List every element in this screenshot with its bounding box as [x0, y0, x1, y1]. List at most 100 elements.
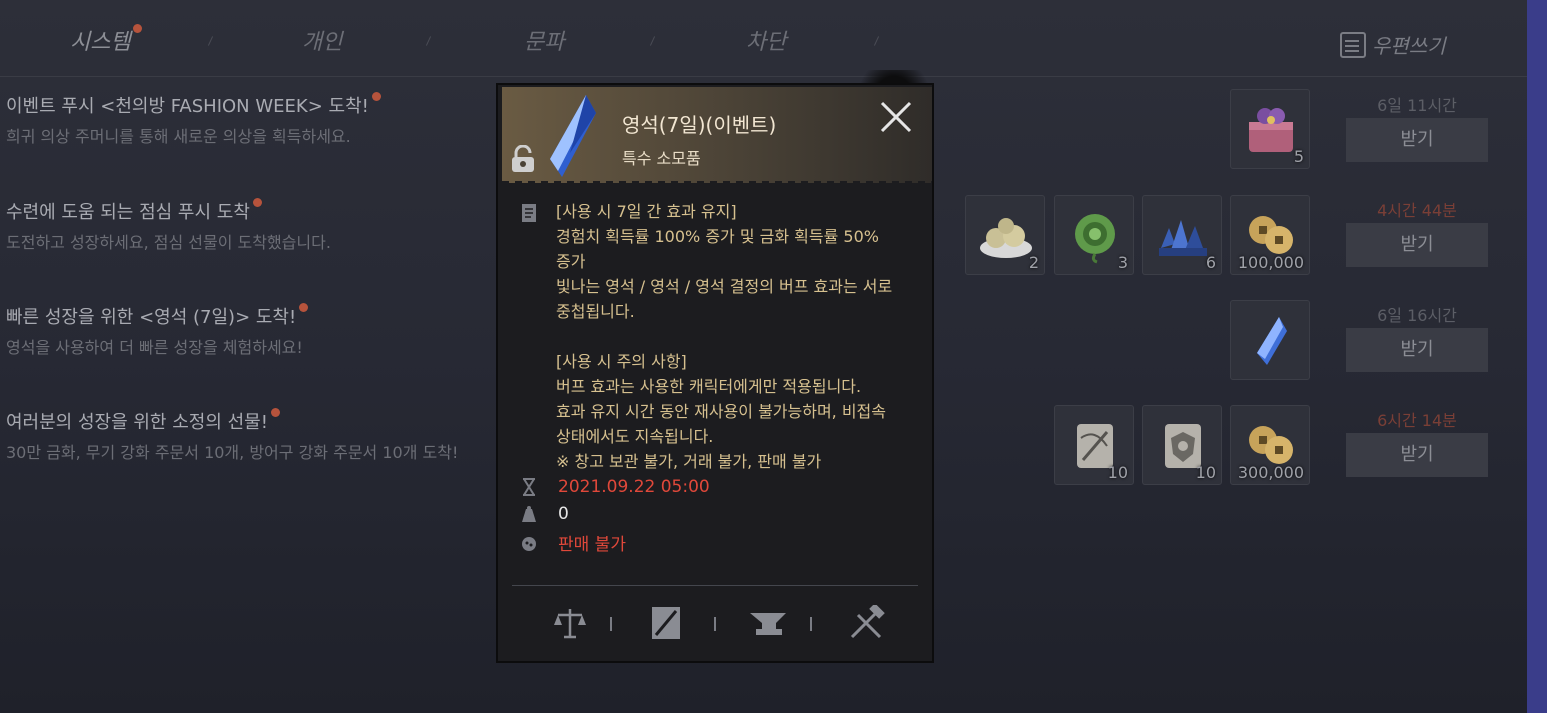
item-quantity: 10 [1195, 463, 1216, 482]
tab-system[interactable]: 시스템 [70, 24, 142, 56]
sell-status: 판매 불가 [558, 535, 626, 555]
tab-guild[interactable]: 문파 [524, 24, 564, 56]
tooltip-actions [512, 601, 918, 645]
mail-timer: 4시간 44분 [1377, 201, 1457, 220]
mail-description: 도전하고 성장하세요, 점심 선물이 도착했습니다. [6, 233, 331, 252]
spirit-stone-icon [1257, 317, 1287, 365]
upgrade-scroll-icon[interactable] [646, 605, 686, 641]
description-line: 빛나는 영석 / 영석 / 영석 결정의 버프 효과는 서로 [556, 277, 893, 296]
item-quantity: 300,000 [1237, 463, 1304, 482]
unread-dot [299, 303, 309, 312]
reward-item[interactable]: 6 [1142, 195, 1222, 275]
coin-pouch-icon [522, 536, 536, 551]
right-edge-strip [1527, 0, 1547, 713]
hourglass-icon [523, 478, 535, 496]
claim-button[interactable]: 받기 [1346, 118, 1488, 162]
reward-item[interactable]: 300,000 [1230, 405, 1310, 485]
tab-separator [649, 36, 656, 46]
action-separator [714, 617, 716, 631]
unread-dot [252, 198, 262, 207]
tab-separator [207, 36, 214, 46]
item-type: 특수 소모품 [622, 149, 701, 168]
mail-timer: 6일 16시간 [1377, 306, 1457, 325]
weight-row: 0 [520, 504, 569, 524]
item-quantity: 3 [1117, 253, 1128, 272]
description-line: ※ 창고 보관 불가, 거래 불가, 판매 불가 [556, 452, 822, 471]
expiry-date: 2021.09.22 05:00 [558, 477, 710, 497]
claim-button[interactable]: 받기 [1346, 433, 1488, 477]
mail-item-1[interactable]: 이벤트 푸시 <천의방 FASHION WEEK> 도착! 희귀 의상 주머니를… [6, 92, 381, 147]
description-line: 상태에서도 지속됩니다. [556, 427, 714, 446]
notification-dot [132, 24, 142, 33]
tab-label: 문파 [524, 30, 565, 55]
mail-item-3[interactable]: 빠른 성장을 위한 <영석 (7일)> 도착! 영석을 사용하여 더 빠른 성장… [6, 303, 309, 358]
claim-button[interactable]: 받기 [1346, 328, 1488, 372]
mail-title: 여러분의 성장을 위한 소정의 선물! [6, 408, 458, 434]
mail-timer: 6일 11시간 [1377, 96, 1457, 115]
tab-label: 시스템 [70, 30, 131, 55]
green-jade-icon [1075, 214, 1115, 264]
item-quantity: 10 [1107, 463, 1128, 482]
item-tooltip: 영석(7일)(이벤트) 특수 소모품 [사용 시 7일 간 효과 유지] 경험치… [496, 83, 934, 663]
gift-box-icon [1249, 108, 1293, 152]
mail-title: 이벤트 푸시 <천의방 FASHION WEEK> 도착! [6, 92, 381, 118]
tab-label: 차단 [746, 30, 787, 55]
mail-description: 영석을 사용하여 더 빠른 성장을 체험하세요! [6, 338, 303, 357]
write-mail-label: 우편쓰기 [1372, 34, 1446, 58]
item-quantity: 5 [1293, 147, 1304, 166]
description-line: 증가 [556, 252, 586, 271]
mail-description: 30만 금화, 무기 강화 주문서 10개, 방어구 강화 주문서 10개 도착… [6, 443, 459, 462]
tooltip-divider [512, 585, 918, 586]
scale-icon[interactable] [550, 605, 590, 641]
tab-separator [425, 36, 432, 46]
mail-title: 수련에 도움 되는 점심 푸시 도착 [6, 198, 331, 224]
tab-separator [873, 36, 880, 46]
tab-label: 개인 [302, 30, 343, 55]
mail-item-4[interactable]: 여러분의 성장을 위한 소정의 선물! 30만 금화, 무기 강화 주문서 10… [6, 408, 458, 463]
mail-title: 빠른 성장을 위한 <영석 (7일)> 도착! [6, 303, 309, 329]
action-separator [610, 617, 612, 631]
weight-icon [522, 506, 536, 522]
blue-crystal-cluster-icon [1159, 220, 1207, 256]
write-mail-button[interactable]: 우편쓰기 [1340, 30, 1446, 59]
unlock-icon [512, 145, 534, 172]
action-separator [810, 617, 812, 631]
expiry-row: 2021.09.22 05:00 [520, 477, 710, 497]
unread-dot [371, 92, 381, 101]
tooltip-header: 영석(7일)(이벤트) 특수 소모품 [502, 87, 932, 189]
mail-timer: 6시간 14분 [1377, 411, 1457, 430]
description-line: 중첩됩니다. [556, 302, 635, 321]
mail-tabs: 시스템 개인 문파 차단 우편쓰기 [0, 0, 1527, 77]
reward-item[interactable]: 5 [1230, 89, 1310, 169]
reward-item[interactable]: 2 [965, 195, 1045, 275]
mail-description: 희귀 의상 주머니를 통해 새로운 의상을 획득하세요. [6, 127, 351, 146]
item-quantity: 6 [1205, 253, 1216, 272]
hammer-icon[interactable] [846, 605, 886, 641]
claim-button[interactable]: 받기 [1346, 223, 1488, 267]
mail-item-2[interactable]: 수련에 도움 되는 점심 푸시 도착 도전하고 성장하세요, 점심 선물이 도착… [6, 198, 331, 253]
item-quantity: 100,000 [1237, 253, 1304, 272]
reward-item[interactable]: 10 [1054, 405, 1134, 485]
unread-dot [270, 408, 280, 417]
spirit-stone-icon [550, 95, 596, 177]
document-icon [522, 204, 536, 222]
close-icon[interactable] [878, 99, 914, 135]
anvil-icon[interactable] [748, 605, 788, 641]
tab-blocked[interactable]: 차단 [746, 24, 786, 56]
reward-item[interactable] [1230, 300, 1310, 380]
item-weight: 0 [558, 504, 569, 524]
reward-item[interactable]: 100,000 [1230, 195, 1310, 275]
sell-row: 판매 불가 [520, 530, 626, 555]
reward-item[interactable]: 10 [1142, 405, 1222, 485]
description-line: 효과 유지 시간 동안 재사용이 불가능하며, 비접속 [556, 402, 887, 421]
description-line: 버프 효과는 사용한 캐릭터에게만 적용됩니다. [556, 377, 862, 396]
reward-item[interactable]: 3 [1054, 195, 1134, 275]
description-line: 경험치 획득률 100% 증가 및 금화 획득률 50% [556, 227, 879, 246]
dumpling-plate-icon [980, 218, 1032, 258]
item-description: [사용 시 7일 간 효과 유지] 경험치 획득률 100% 증가 및 금화 획… [556, 199, 916, 474]
item-quantity: 2 [1028, 253, 1039, 272]
description-line: [사용 시 주의 사항] [556, 352, 687, 371]
item-name: 영석(7일)(이벤트) [622, 113, 777, 137]
tab-personal[interactable]: 개인 [302, 24, 342, 56]
